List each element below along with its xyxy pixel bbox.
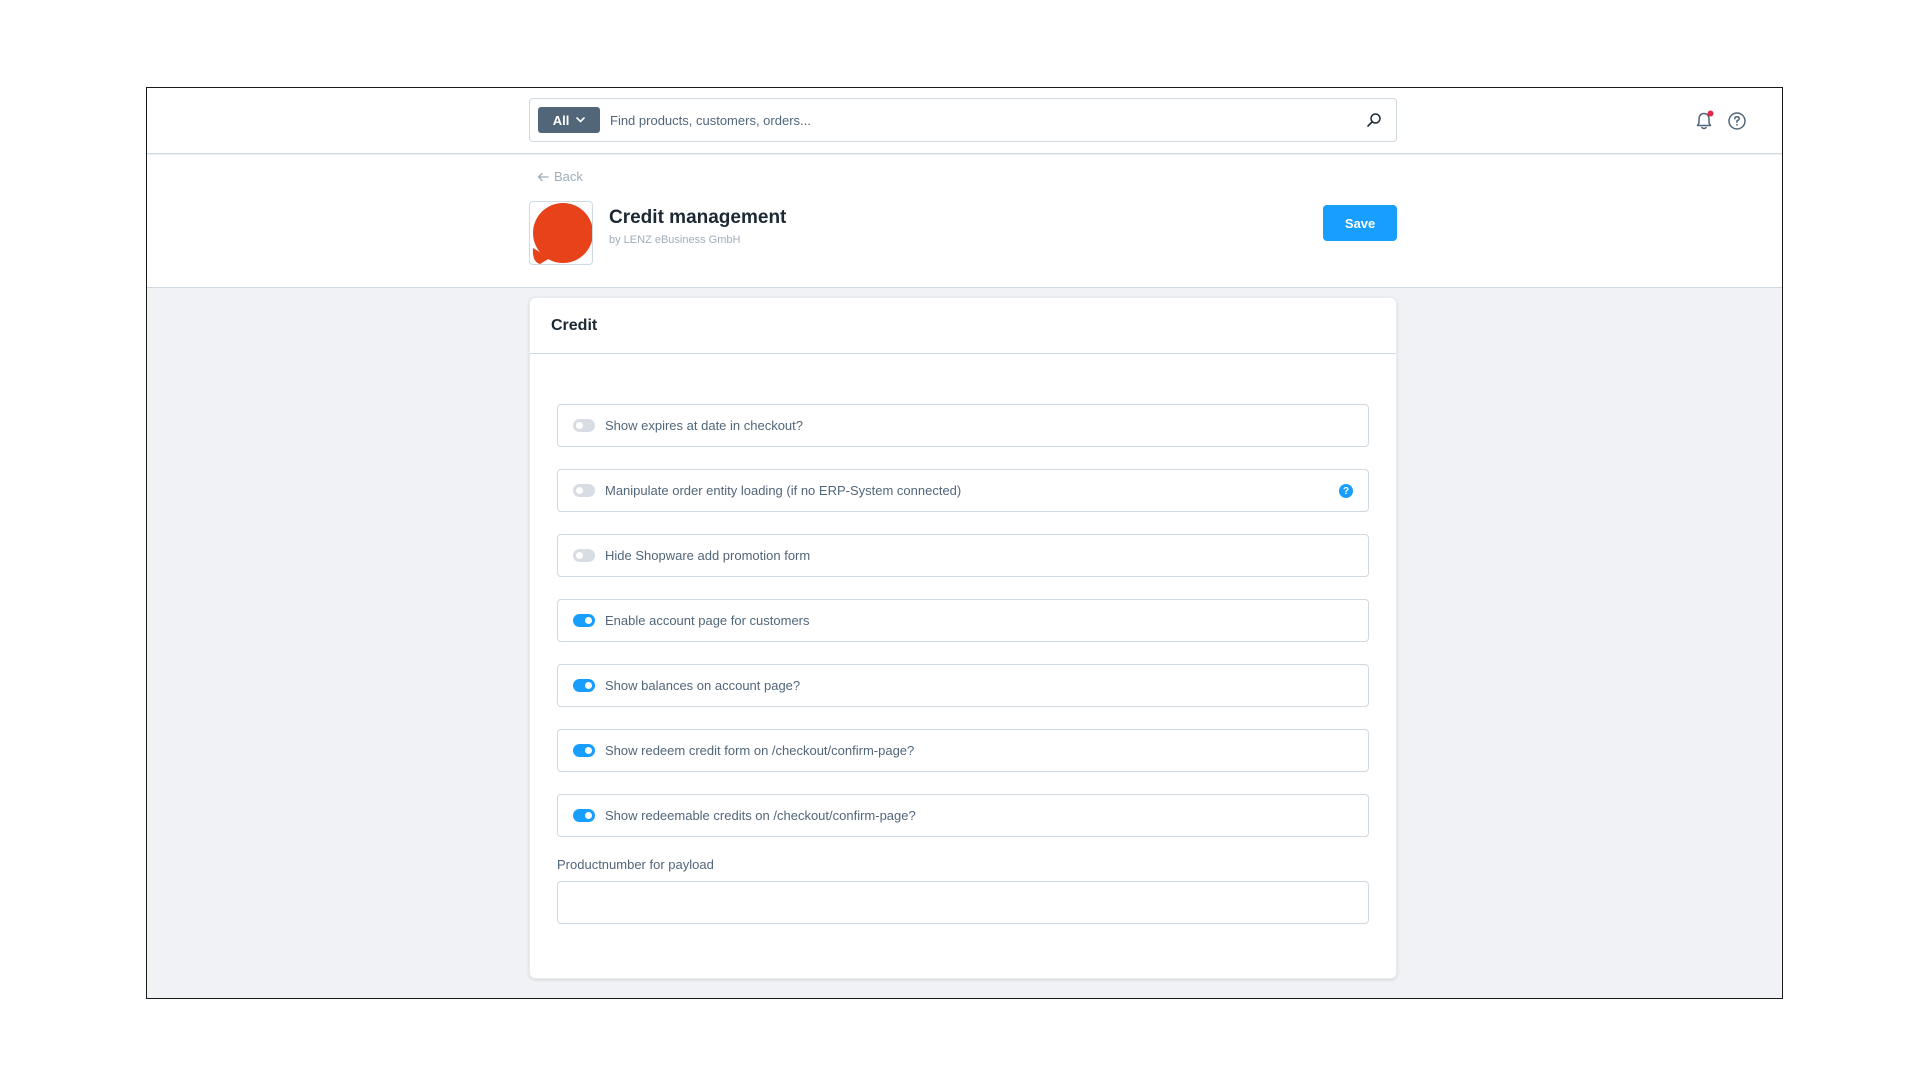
toggle-switch[interactable] — [573, 614, 595, 627]
toggle-knob — [585, 682, 592, 689]
switch-label: Show redeemable credits on /checkout/con… — [605, 808, 916, 823]
toggle-knob — [576, 487, 583, 494]
switch-label: Enable account page for customers — [605, 613, 810, 628]
save-button[interactable]: Save — [1323, 205, 1397, 241]
global-search: All — [529, 98, 1397, 142]
toggle-switch[interactable] — [573, 809, 595, 822]
search-icon[interactable] — [1366, 112, 1382, 128]
back-label: Back — [554, 169, 583, 184]
chevron-down-icon — [576, 117, 586, 123]
switch-manipulate-order-loading[interactable]: Manipulate order entity loading (if no E… — [557, 469, 1369, 512]
plugin-logo-icon — [532, 203, 592, 264]
help-circle-icon[interactable] — [1727, 111, 1747, 131]
switch-label: Hide Shopware add promotion form — [605, 548, 811, 563]
card-body: Show expires at date in checkout? Manipu… — [530, 354, 1396, 924]
toggle-switch[interactable] — [573, 484, 595, 497]
switch-label: Show expires at date in checkout? — [605, 418, 804, 433]
switch-show-balances[interactable]: Show balances on account page? — [557, 664, 1369, 707]
switch-enable-account-page[interactable]: Enable account page for customers — [557, 599, 1369, 642]
switch-label: Manipulate order entity loading (if no E… — [605, 483, 962, 498]
toggle-knob — [576, 552, 583, 559]
plugin-logo — [529, 201, 593, 265]
switch-show-expires-at[interactable]: Show expires at date in checkout? — [557, 404, 1369, 447]
toggle-knob — [585, 747, 592, 754]
switch-show-redeem-form[interactable]: Show redeem credit form on /checkout/con… — [557, 729, 1369, 772]
card-title: Credit — [551, 316, 598, 334]
page-subtitle: by LENZ eBusiness GmbH — [609, 234, 741, 246]
help-tooltip-icon[interactable]: ? — [1339, 484, 1353, 498]
notification-bell-icon[interactable] — [1694, 110, 1716, 132]
toggle-knob — [585, 617, 592, 624]
page-title: Credit management — [609, 207, 787, 228]
switch-label: Show balances on account page? — [605, 678, 801, 693]
switch-show-redeemable-credits[interactable]: Show redeemable credits on /checkout/con… — [557, 794, 1369, 837]
top-bar: All — [147, 88, 1782, 154]
toggle-switch[interactable] — [573, 744, 595, 757]
productnumber-field[interactable] — [557, 881, 1369, 924]
search-type-label: All — [552, 112, 570, 128]
page-header: Back Credit management by LENZ eBusiness… — [147, 155, 1782, 288]
toggle-knob — [585, 812, 592, 819]
search-input[interactable] — [610, 105, 1330, 135]
back-link[interactable]: Back — [537, 169, 583, 184]
switch-label: Show redeem credit form on /checkout/con… — [605, 743, 915, 758]
app-window: All Back — [146, 87, 1783, 999]
credit-settings-card: Credit Show expires at date in checkout?… — [529, 297, 1397, 979]
notification-dot — [1707, 110, 1714, 117]
productnumber-label: Productnumber for payload — [557, 857, 714, 872]
search-type-select[interactable]: All — [538, 107, 600, 133]
toggle-switch[interactable] — [573, 419, 595, 432]
toggle-switch[interactable] — [573, 549, 595, 562]
card-header: Credit — [530, 298, 1396, 354]
arrow-left-icon — [537, 172, 549, 181]
toggle-switch[interactable] — [573, 679, 595, 692]
toggle-knob — [576, 422, 583, 429]
switch-hide-promotion-form[interactable]: Hide Shopware add promotion form — [557, 534, 1369, 577]
